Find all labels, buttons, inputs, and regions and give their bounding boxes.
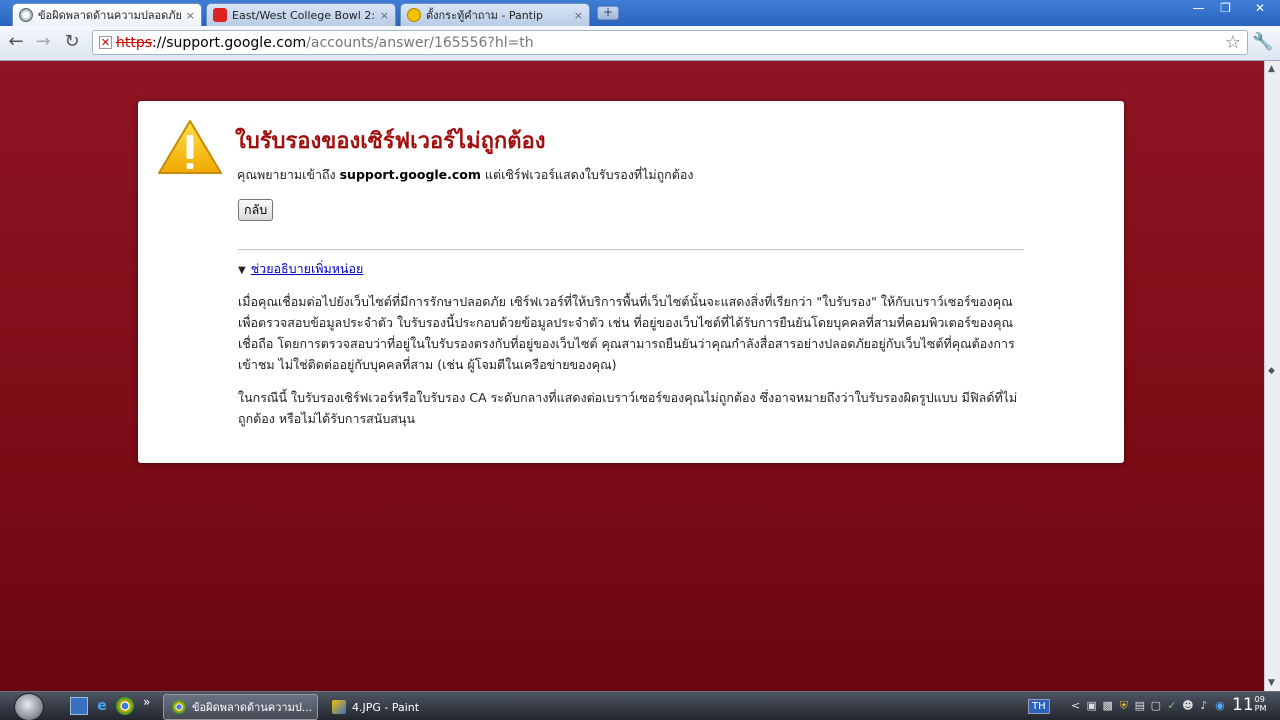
tab-college-bowl[interactable]: East/West College Bowl 2: Key × — [206, 3, 396, 26]
back-button[interactable]: กลับ — [238, 199, 274, 221]
taskbar-item-label: ข้อผิดพลาดด้านความป... — [192, 701, 313, 714]
page-content: ใบรับรองของเซิร์ฟเวอร์ไม่ถูกต้อง คุณพยาย… — [0, 61, 1264, 691]
intro-text: คุณพยายามเข้าถึง support.google.com แต่เ… — [237, 165, 693, 185]
minimize-button[interactable]: — — [1185, 0, 1212, 18]
url-scheme: https — [116, 34, 153, 51]
scroll-down-icon[interactable]: ▼ — [1268, 678, 1275, 688]
taskbar-item-chrome[interactable]: ข้อผิดพลาดด้านความป... — [163, 694, 318, 720]
browser-toolbar: ← → ↻ ✕ https ://support.google.com /acc… — [0, 26, 1280, 61]
back-arrow-icon[interactable]: ← — [5, 32, 27, 54]
antivirus-icon[interactable]: ✓ — [1166, 699, 1178, 713]
clock-minute: 09 — [1254, 695, 1265, 704]
maximize-button[interactable]: ❐ — [1212, 0, 1239, 18]
clock-ampm: PM — [1254, 704, 1267, 713]
close-icon[interactable]: × — [186, 9, 195, 22]
youtube-icon — [213, 8, 227, 22]
tray-expand-icon[interactable]: < — [1070, 699, 1082, 713]
intro-host: support.google.com — [339, 167, 481, 182]
device-icon[interactable]: ▩ — [1102, 699, 1114, 713]
new-tab-button[interactable]: + — [597, 6, 619, 20]
security-shield-icon[interactable]: ⛨ — [1118, 699, 1130, 713]
star-icon[interactable]: ☆ — [1225, 32, 1241, 53]
clock[interactable]: 11 09 PM — [1232, 695, 1266, 715]
tab-security-error[interactable]: ข้อผิดพลาดด้านความปลอดภัย × — [12, 3, 202, 26]
quicklaunch-more-icon[interactable]: » — [143, 695, 150, 709]
url-path: /accounts/answer/165556?hl=th — [306, 34, 534, 51]
broken-lock-icon[interactable]: ✕ — [99, 36, 112, 49]
language-indicator[interactable]: TH — [1028, 698, 1050, 714]
interstitial-box: ใบรับรองของเซิร์ฟเวอร์ไม่ถูกต้อง คุณพยาย… — [138, 101, 1124, 463]
intro-before: คุณพยายามเข้าถึง — [237, 167, 340, 182]
tab-pantip[interactable]: ตั้งกระทู้คำถาม - Pantip × — [400, 3, 590, 26]
scroll-up-icon[interactable]: ▲ — [1268, 64, 1275, 74]
explanation-paragraph-1: เมื่อคุณเชื่อมต่อไปยังเว็บไซต์ที่มีการรั… — [238, 294, 1015, 372]
page-title: ใบรับรองของเซิร์ฟเวอร์ไม่ถูกต้อง — [235, 129, 546, 154]
close-icon[interactable]: × — [574, 9, 583, 22]
skype-icon[interactable]: ◉ — [1214, 699, 1226, 713]
divider — [238, 249, 1024, 250]
network-icon[interactable]: ▣ — [1086, 699, 1098, 713]
paint-icon — [332, 700, 346, 714]
connection-icon[interactable]: ▤ — [1134, 699, 1146, 713]
smiley-icon — [407, 8, 421, 22]
chrome-icon[interactable] — [116, 697, 134, 715]
taskbar-item-paint[interactable]: 4.JPG - Paint — [324, 694, 474, 720]
tab-title: ตั้งกระทู้คำถาม - Pantip — [426, 9, 544, 22]
show-desktop-icon[interactable] — [70, 697, 88, 715]
more-info-link[interactable]: ▼ ช่วยอธิบายเพิ่มหน่อย — [238, 259, 363, 279]
address-bar[interactable]: ✕ https ://support.google.com /accounts/… — [92, 30, 1248, 55]
wrench-icon[interactable]: 🔧 — [1252, 32, 1273, 52]
tab-title: ข้อผิดพลาดด้านความปลอดภัย — [38, 9, 182, 22]
scroll-grip-icon[interactable]: ◆ — [1268, 366, 1275, 376]
forward-arrow-icon[interactable]: → — [32, 32, 54, 54]
agent-icon[interactable]: ☻ — [1182, 699, 1194, 713]
volume-icon[interactable]: ♪ — [1198, 699, 1210, 713]
warning-icon — [158, 120, 222, 174]
intro-after: แต่เซิร์ฟเวอร์แสดงใบรับรองที่ไม่ถูกต้อง — [480, 167, 694, 182]
triangle-down-icon: ▼ — [238, 265, 246, 276]
explanation-paragraph-2: ในกรณีนี้ ใบรับรองเซิร์ฟเวอร์หรือใบรับรอ… — [238, 390, 1018, 426]
monitor-icon[interactable]: ▢ — [1150, 699, 1162, 713]
internet-explorer-icon[interactable]: e — [93, 697, 111, 715]
window-controls: — ❐ ✕ — [1185, 0, 1280, 18]
tab-title: East/West College Bowl 2: Key — [232, 8, 376, 22]
chrome-icon — [172, 700, 186, 714]
vertical-scrollbar[interactable]: ▲ ◆ ▼ — [1264, 61, 1280, 691]
taskbar: e » ข้อผิดพลาดด้านความป... 4.JPG - Paint… — [0, 691, 1280, 720]
system-tray: TH < ▣ ▩ ⛨ ▤ ▢ ✓ ☻ ♪ ◉ — [1028, 695, 1226, 717]
start-button[interactable] — [14, 693, 44, 720]
close-window-button[interactable]: ✕ — [1239, 0, 1280, 18]
url-host: ://support.google.com — [152, 34, 307, 51]
taskbar-item-label: 4.JPG - Paint — [352, 700, 420, 714]
more-info-label[interactable]: ช่วยอธิบายเพิ่มหน่อย — [251, 261, 364, 276]
clock-hour: 11 — [1232, 695, 1254, 715]
tab-strip: ข้อผิดพลาดด้านความปลอดภัย × East/West Co… — [0, 0, 1280, 26]
globe-icon — [19, 8, 33, 22]
reload-icon[interactable]: ↻ — [61, 32, 83, 54]
close-icon[interactable]: × — [380, 9, 389, 22]
